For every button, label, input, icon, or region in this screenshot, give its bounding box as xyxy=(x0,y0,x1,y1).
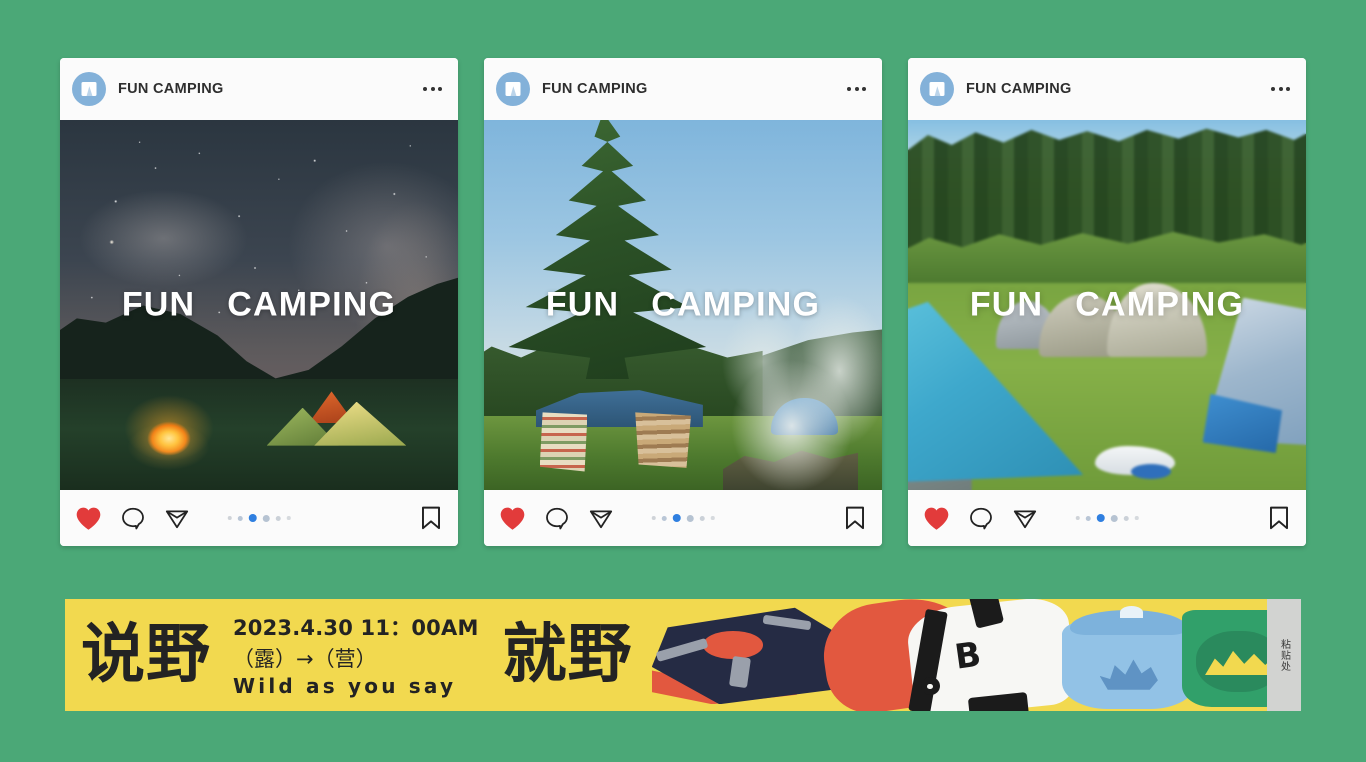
more-options-icon[interactable] xyxy=(1269,79,1292,99)
banner-headline-left: 说野 xyxy=(81,618,211,692)
carousel-dot[interactable] xyxy=(1134,516,1139,520)
photo-overlay-title: FUN CAMPING xyxy=(545,285,821,324)
paste-label: 粘贴处 xyxy=(1278,638,1290,672)
avatar[interactable] xyxy=(920,72,954,106)
send-icon[interactable] xyxy=(588,506,614,531)
tent-icon xyxy=(503,79,523,99)
banner-details: 2023.4.30 11：00AM （露）→（营） Wild as you sa… xyxy=(233,612,479,698)
carousel-dot[interactable] xyxy=(1123,515,1129,521)
tent-icon xyxy=(79,79,99,99)
post-card[interactable]: FUN CAMPING FUN CAMPING xyxy=(60,58,458,546)
kettle-knob xyxy=(1120,605,1144,619)
post-photo[interactable]: FUN CAMPING xyxy=(908,120,1306,490)
tent-fabric-right xyxy=(635,412,691,468)
tent-icon xyxy=(927,79,947,99)
duffel-bag-illustration: B xyxy=(904,599,1078,711)
carousel-dot-active[interactable] xyxy=(1096,514,1105,522)
card-header: FUN CAMPING xyxy=(484,58,882,120)
comment-icon[interactable] xyxy=(544,506,570,531)
carousel-indicator[interactable] xyxy=(651,514,715,522)
kettle-illustration xyxy=(1056,603,1202,709)
heart-icon[interactable] xyxy=(75,506,102,531)
carousel-dot[interactable] xyxy=(262,514,270,522)
banner-headline-right: 就野 xyxy=(502,618,633,692)
stove-burner xyxy=(703,631,764,659)
bookmark-icon[interactable] xyxy=(419,505,443,531)
carousel-dot[interactable] xyxy=(651,516,656,520)
photo-overlay-title: FUN CAMPING xyxy=(121,285,397,324)
camping-stove-illustration xyxy=(651,606,851,705)
event-subtitle-en: Wild as you say xyxy=(233,674,457,698)
carousel-dot-active[interactable] xyxy=(672,514,681,522)
carousel-dot[interactable] xyxy=(661,515,667,521)
carousel-dot[interactable] xyxy=(237,515,243,521)
account-name: FUN CAMPING xyxy=(542,81,648,97)
more-options-icon[interactable] xyxy=(421,79,444,99)
bookmark-icon[interactable] xyxy=(843,505,867,531)
photo-overlay-title: FUN CAMPING xyxy=(969,285,1245,324)
paste-strip: 粘贴处 xyxy=(1267,599,1301,711)
comment-icon[interactable] xyxy=(120,506,146,531)
carousel-indicator[interactable] xyxy=(227,514,291,522)
bag-grommet xyxy=(920,677,940,696)
event-banner[interactable]: 说野 2023.4.30 11：00AM （露）→（营） Wild as you… xyxy=(60,594,1306,716)
heart-icon[interactable] xyxy=(499,506,526,531)
avatar[interactable] xyxy=(72,72,106,106)
heart-icon[interactable] xyxy=(923,506,950,531)
account-name: FUN CAMPING xyxy=(966,81,1072,97)
carousel-dot[interactable] xyxy=(710,516,715,520)
bag-logo-letter: B xyxy=(952,634,984,678)
carousel-dot[interactable] xyxy=(1085,515,1091,521)
post-photo[interactable]: FUN CAMPING xyxy=(484,120,882,490)
send-icon[interactable] xyxy=(1012,506,1038,531)
carousel-dot-active[interactable] xyxy=(248,514,257,522)
send-icon[interactable] xyxy=(164,506,190,531)
carousel-dot[interactable] xyxy=(275,515,281,521)
avatar[interactable] xyxy=(496,72,530,106)
card-header: FUN CAMPING xyxy=(60,58,458,120)
post-photo[interactable]: FUN CAMPING xyxy=(60,120,458,490)
carousel-dot[interactable] xyxy=(1110,514,1118,522)
banner-text-block: 说野 2023.4.30 11：00AM （露）→（营） Wild as you… xyxy=(65,599,633,711)
post-card[interactable]: FUN CAMPING FUN CAMPING xyxy=(908,58,1306,546)
event-subtitle-cn: （露）→（营） xyxy=(233,647,377,671)
gear-illustration: B 粘贴处 xyxy=(639,599,1301,711)
more-options-icon[interactable] xyxy=(845,79,868,99)
bookmark-icon[interactable] xyxy=(1267,505,1291,531)
action-bar xyxy=(908,490,1306,546)
carousel-dot[interactable] xyxy=(1075,516,1080,520)
event-datetime: 2023.4.30 11：00AM xyxy=(233,616,479,640)
carousel-indicator[interactable] xyxy=(1075,514,1139,522)
post-card[interactable]: FUN CAMPING FUN CAMPING xyxy=(484,58,882,546)
comment-icon[interactable] xyxy=(968,506,994,531)
carousel-dot[interactable] xyxy=(699,515,705,521)
striped-tent-fabric xyxy=(539,412,588,472)
action-bar xyxy=(484,490,882,546)
action-bar xyxy=(60,490,458,546)
account-name: FUN CAMPING xyxy=(118,81,224,97)
carousel-dot[interactable] xyxy=(686,514,694,522)
campfire xyxy=(103,362,234,479)
post-card-row: FUN CAMPING FUN CAMPING FUN CAMPING FUN … xyxy=(60,58,1306,546)
carousel-dot[interactable] xyxy=(286,516,291,520)
carousel-dot[interactable] xyxy=(227,516,232,520)
card-header: FUN CAMPING xyxy=(908,58,1306,120)
